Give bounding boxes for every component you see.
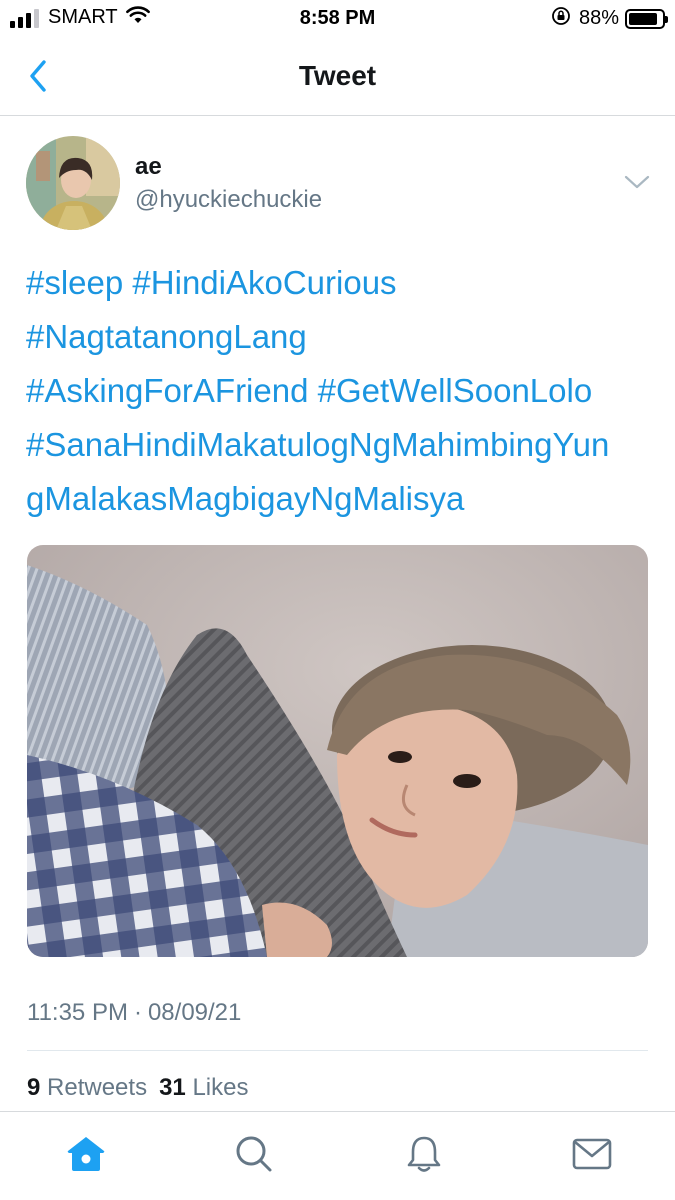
more-options-button[interactable] xyxy=(620,168,654,196)
nav-bar: Tweet xyxy=(0,38,675,116)
home-icon xyxy=(67,1137,105,1171)
likes-label: Likes xyxy=(192,1074,249,1101)
engagement-counts: 9 Retweets 31 Likes xyxy=(27,1074,248,1102)
retweets-label: Retweets xyxy=(47,1074,148,1101)
retweets-count: 9 xyxy=(27,1074,41,1101)
tweet-photo[interactable] xyxy=(27,545,648,957)
hashtag-link[interactable]: #sleep xyxy=(26,264,123,301)
likes-link[interactable]: 31 Likes xyxy=(159,1074,248,1101)
hashtag-link[interactable]: #GetWellSoonLolo xyxy=(318,372,593,409)
status-bar: SMART 8:58 PM 88% xyxy=(0,0,675,38)
page-title: Tweet xyxy=(298,60,377,91)
hashtag-link[interactable]: #NagtatanongLang xyxy=(26,318,307,355)
tab-home[interactable] xyxy=(64,1132,108,1176)
avatar[interactable] xyxy=(26,136,120,230)
retweets-link[interactable]: 9 Retweets xyxy=(27,1074,147,1101)
tweet-timestamp: 11:35 PM · 08/09/21 xyxy=(27,999,241,1027)
tab-search[interactable] xyxy=(232,1132,276,1176)
timestamp-date: 08/09/21 xyxy=(147,999,242,1026)
likes-count: 31 xyxy=(159,1074,186,1101)
tab-bar xyxy=(0,1111,675,1200)
mail-icon xyxy=(572,1138,612,1170)
timestamp-time: 11:35 PM xyxy=(27,999,128,1026)
tab-messages[interactable] xyxy=(570,1132,614,1176)
hashtag-link[interactable]: #AskingForAFriend xyxy=(26,372,308,409)
tab-notifications[interactable] xyxy=(402,1132,446,1176)
chevron-down-icon xyxy=(624,175,650,189)
rotation-lock-icon xyxy=(551,6,571,31)
hashtag-link[interactable]: #HindiAkoCurious xyxy=(132,264,396,301)
tweet-text: #sleep #HindiAkoCurious #NagtatanongLang… xyxy=(26,256,656,526)
battery-fill xyxy=(629,12,658,25)
status-right: 88% xyxy=(551,6,668,31)
timestamp-separator: · xyxy=(133,999,142,1026)
divider xyxy=(27,1050,648,1051)
search-icon xyxy=(236,1136,272,1172)
user-handle[interactable]: @hyuckiechuckie xyxy=(135,186,322,214)
battery-icon xyxy=(625,8,668,29)
display-name[interactable]: ae xyxy=(135,153,162,181)
bell-icon xyxy=(407,1136,441,1172)
hashtag-link[interactable]: #SanaHindiMakatulogNgMahimbingYun gMalaka… xyxy=(26,426,609,517)
battery-percent: 88% xyxy=(578,7,619,29)
